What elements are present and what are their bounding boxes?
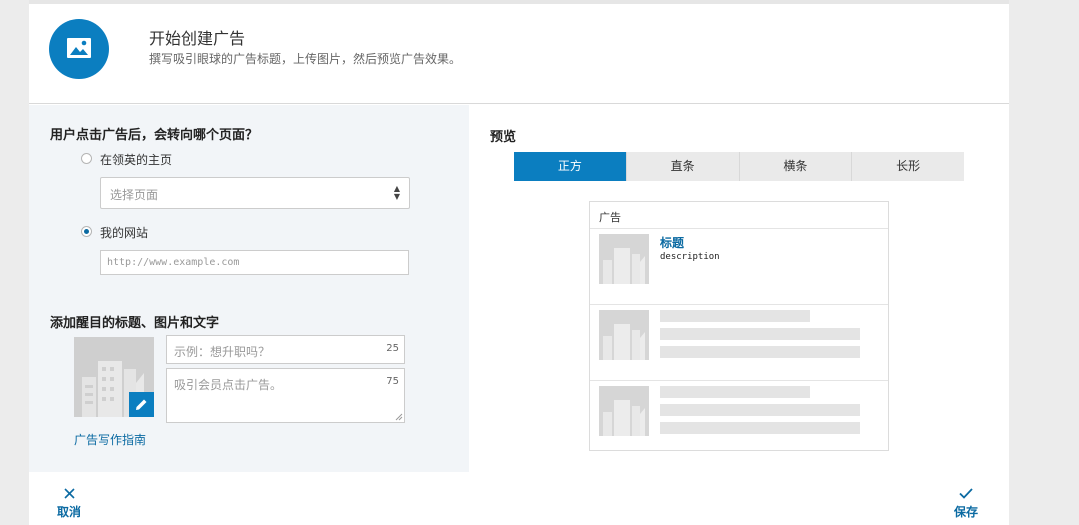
edit-image-button[interactable]: [129, 392, 154, 417]
ad-title-char-count: 25: [386, 343, 399, 354]
radio-my-website-label[interactable]: 我的网站: [100, 224, 148, 241]
ad-preview-card: 广告 标题 description: [589, 201, 889, 451]
save-label: 保存: [954, 505, 979, 519]
close-icon: [63, 488, 75, 499]
create-ad-dialog: 开始创建广告 撰写吸引眼球的广告标题，上传图片，然后预览广告效果。 用户点击广告…: [29, 0, 1009, 525]
placeholder-bar: [660, 386, 810, 398]
ad-settings-pane: 用户点击广告后，会转向哪个页面？ 在领英的主页 选择页面 ▲ ▼ 我的网站 htt…: [29, 105, 469, 472]
placeholder-bar: [660, 422, 860, 434]
ad-description-char-count: 75: [386, 376, 399, 387]
tab-long[interactable]: 长形: [852, 152, 964, 181]
page-select[interactable]: 选择页面 ▲ ▼: [100, 177, 410, 209]
dialog-header: 开始创建广告 撰写吸引眼球的广告标题，上传图片，然后预览广告效果。: [29, 4, 1009, 104]
page-title: 开始创建广告: [149, 29, 246, 48]
cancel-label: 取消: [57, 505, 82, 519]
page-select-value: 选择页面: [110, 188, 159, 202]
image-icon: [49, 19, 109, 79]
tab-vertical[interactable]: 直条: [626, 152, 740, 181]
dialog-footer: 取消 保存: [29, 472, 1009, 525]
preview-heading: 预览: [490, 130, 517, 145]
radio-linkedin-page[interactable]: [81, 153, 92, 164]
ad-title-input[interactable]: 示例：想升职吗？ 25: [166, 335, 405, 364]
preview-format-tabs: 正方 直条 横条 长形: [514, 152, 964, 181]
checkmark-icon: [959, 488, 973, 499]
pencil-icon: [136, 399, 147, 410]
cancel-button[interactable]: 取消: [57, 488, 81, 520]
tab-horizontal[interactable]: 横条: [739, 152, 853, 181]
preview-card-label: 广告: [599, 211, 621, 224]
save-button[interactable]: 保存: [954, 488, 978, 520]
ad-writing-guide-link[interactable]: 广告写作指南: [74, 431, 146, 448]
page-subtitle: 撰写吸引眼球的广告标题，上传图片，然后预览广告效果。: [149, 52, 462, 66]
ad-description-input[interactable]: 吸引会员点击广告。 75: [166, 368, 405, 423]
radio-linkedin-page-label[interactable]: 在领英的主页: [100, 151, 172, 168]
preview-ad-description: description: [660, 252, 720, 262]
destination-question: 用户点击广告后，会转向哪个页面？: [50, 128, 259, 143]
resize-handle-icon[interactable]: [395, 413, 403, 421]
select-arrows-icon: ▲ ▼: [393, 184, 400, 201]
placeholder-bar: [660, 328, 860, 340]
ad-description-placeholder: 吸引会员点击广告。: [174, 378, 283, 392]
tab-square[interactable]: 正方: [514, 152, 627, 181]
placeholder-bar: [660, 310, 810, 322]
radio-my-website[interactable]: [81, 226, 92, 237]
content-heading: 添加醒目的标题、图片和文字: [50, 316, 220, 331]
building-placeholder-icon: [599, 234, 649, 284]
building-placeholder-icon: [599, 386, 649, 436]
preview-ad-title: 标题: [660, 236, 685, 250]
building-placeholder-icon: [599, 310, 649, 360]
website-url-input[interactable]: http://www.example.com: [100, 250, 409, 275]
placeholder-bar: [660, 404, 860, 416]
ad-title-placeholder: 示例：想升职吗？: [174, 345, 271, 359]
placeholder-bar: [660, 346, 860, 358]
ad-image-upload[interactable]: [74, 337, 154, 417]
